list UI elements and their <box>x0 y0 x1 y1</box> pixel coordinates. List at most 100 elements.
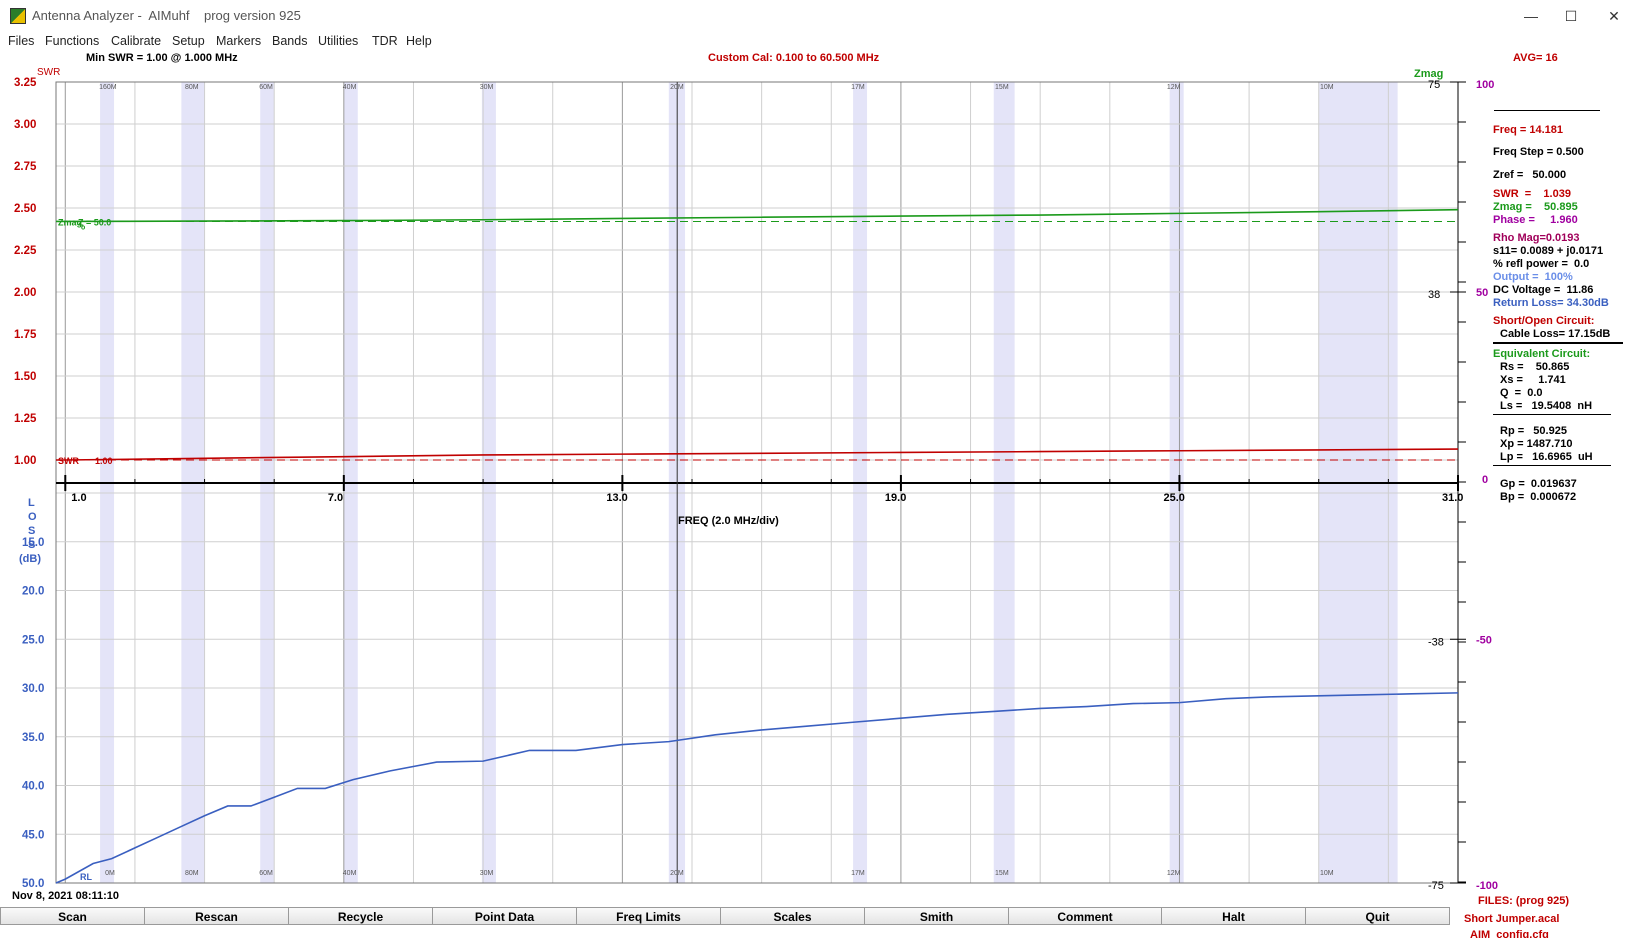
band-label: 60M <box>259 870 273 877</box>
recycle-button[interactable]: Recycle <box>288 907 433 925</box>
loss-tick-label: 25.0 <box>22 634 44 646</box>
band-label: 15M <box>995 84 1009 91</box>
phase-tick-label: -100 <box>1476 880 1498 892</box>
band-label: 17M <box>851 870 865 877</box>
scan-button[interactable]: Scan <box>0 907 145 925</box>
quit-button[interactable]: Quit <box>1305 907 1450 925</box>
band-label: 20M <box>670 870 684 877</box>
band-label: 40M <box>343 84 357 91</box>
band-label: 80M <box>185 870 199 877</box>
loss-tick-label: 30.0 <box>22 683 44 695</box>
readout-lp: Lp = 16.6965 uH <box>1500 451 1593 463</box>
loss-tick-label: 45.0 <box>22 829 44 841</box>
rl-marker: RL <box>80 872 92 882</box>
analyzer-chart[interactable]: 1.0 7.0 13.0 19.0 25.0 31.0 FREQ (2.0 MHz/div)… <box>0 0 1642 938</box>
loss-axis-title: (dB) <box>19 553 41 565</box>
swr-marker-value: 1.00 <box>95 456 113 466</box>
band-label: 12M <box>1167 870 1181 877</box>
swr-tick-label: 2.75 <box>14 161 37 173</box>
readout-freq: Freq = 14.181 <box>1493 124 1564 136</box>
loss-axis-title: O <box>28 511 37 523</box>
readout-xp: Xp = 1487.710 <box>1500 438 1573 450</box>
phase-tick-label: 50 <box>1476 287 1488 299</box>
band-label: 20M <box>670 84 684 91</box>
band-label: 60M <box>259 84 273 91</box>
zo-marker-sub: o <box>81 224 85 231</box>
readout-swr: SWR = 1.039 <box>1493 188 1571 200</box>
zmag-tick-label: 38 <box>1428 289 1440 301</box>
readout-phase: Phase = 1.960 <box>1493 214 1578 226</box>
loss-tick-label: 35.0 <box>22 732 44 744</box>
band-label: 30M <box>480 870 494 877</box>
readout-zref[interactable]: Zref = 50.000 <box>1493 169 1566 181</box>
swr-tick-label: 3.00 <box>14 119 36 131</box>
band-label: 80M <box>185 84 199 91</box>
phase-tick-label: -50 <box>1476 634 1492 646</box>
band-label: 30M <box>480 84 494 91</box>
freq-tick-label: 19.0 <box>885 492 906 504</box>
readout-rs: Rs = 50.865 <box>1500 361 1570 373</box>
readout-refl-power: % refl power = 0.0 <box>1493 258 1590 270</box>
readout-rho-mag: Rho Mag=0.0193 <box>1493 232 1580 244</box>
button-bar: Scan Rescan Recycle Point Data Freq Limi… <box>0 907 1460 927</box>
rescan-button[interactable]: Rescan <box>144 907 289 925</box>
swr-marker: SWR <box>58 456 79 466</box>
loss-axis-title: L <box>28 497 35 509</box>
loss-tick-label: 50.0 <box>22 878 44 890</box>
freq-tick-label: 7.0 <box>328 492 343 504</box>
freq-tick-label: 13.0 <box>606 492 627 504</box>
freq-tick-label: 1.0 <box>71 492 86 504</box>
readout-xs: Xs = 1.741 <box>1500 374 1566 386</box>
swr-axis-title: SWR <box>37 67 60 78</box>
comment-button[interactable]: Comment <box>1008 907 1162 925</box>
readout-return-loss: Return Loss= 34.30dB <box>1493 297 1609 309</box>
readout-equiv-circuit: Equivalent Circuit: <box>1493 348 1591 360</box>
readout-divider-2 <box>1493 342 1623 344</box>
files-label: FILES: (prog 925) <box>1478 895 1570 907</box>
band-label: 160M <box>99 84 117 91</box>
band-label: 40M <box>343 870 357 877</box>
zmag-axis-title: Zmag <box>1414 68 1443 80</box>
readout-output: Output = 100% <box>1493 271 1573 283</box>
band-label: 15M <box>995 870 1009 877</box>
readout-divider-3 <box>1493 414 1611 415</box>
readout-cable-loss: Cable Loss= 17.15dB <box>1500 328 1611 340</box>
halt-button[interactable]: Halt <box>1161 907 1306 925</box>
scales-button[interactable]: Scales <box>720 907 865 925</box>
smith-button[interactable]: Smith <box>864 907 1009 925</box>
swr-tick-label: 1.75 <box>14 329 37 341</box>
readout-q: Q = 0.0 <box>1500 387 1543 399</box>
zmag-tick-label: 75 <box>1428 79 1440 91</box>
readout-short-open: Short/Open Circuit: <box>1493 315 1595 327</box>
readout-bp: Bp = 0.000672 <box>1500 491 1577 503</box>
cal-file[interactable]: Short Jumper.acal <box>1464 913 1559 925</box>
zmag-tick-label: -75 <box>1428 880 1444 892</box>
readout-gp: Gp = 0.019637 <box>1500 478 1577 490</box>
readout-dc-voltage: DC Voltage = 11.86 <box>1493 284 1594 296</box>
swr-tick-label: 2.00 <box>14 287 36 299</box>
point-data-button[interactable]: Point Data <box>432 907 577 925</box>
readout-rp: Rp = 50.925 <box>1500 425 1567 437</box>
phase-tick-label: 100 <box>1476 79 1494 91</box>
readout-ls: Ls = 19.5408 nH <box>1500 400 1593 412</box>
band-label: 12M <box>1167 84 1181 91</box>
readout-freq-step[interactable]: Freq Step = 0.500 <box>1493 146 1584 158</box>
cfg-file[interactable]: AIM_config.cfg <box>1470 929 1549 938</box>
freq-limits-button[interactable]: Freq Limits <box>576 907 721 925</box>
band-label: 10M <box>1320 84 1334 91</box>
loss-axis-title: S <box>28 525 35 537</box>
band-label: 0M <box>105 870 115 877</box>
zmag-tick-label: -38 <box>1428 636 1444 648</box>
swr-tick-label: 1.25 <box>14 413 37 425</box>
swr-tick-label: 2.50 <box>14 203 36 215</box>
loss-tick-label: 20.0 <box>22 586 44 598</box>
readout-s11: s11= 0.0089 + j0.0171 <box>1493 245 1604 257</box>
freq-tick-label: 31.0 <box>1442 492 1463 504</box>
band-label: 17M <box>851 84 865 91</box>
freq-axis-label: FREQ (2.0 MHz/div) <box>678 515 779 527</box>
phase-tick-label: 0 <box>1482 474 1488 486</box>
readout-divider-4 <box>1493 465 1611 466</box>
timestamp: Nov 8, 2021 08:11:10 <box>12 890 120 902</box>
readout-zmag: Zmag = 50.895 <box>1493 201 1578 213</box>
loss-tick-label: 40.0 <box>22 781 44 793</box>
